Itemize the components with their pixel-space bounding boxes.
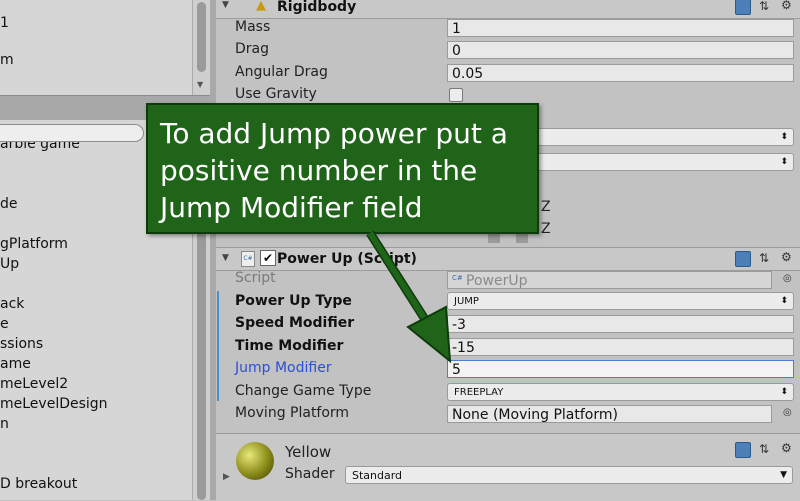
- shader-label: Shader: [285, 466, 335, 482]
- time-modifier-field[interactable]: -15: [447, 338, 794, 356]
- project-item[interactable]: n: [0, 416, 9, 432]
- script-field[interactable]: PowerUp: [447, 271, 772, 289]
- project-item[interactable]: ssions: [0, 336, 43, 352]
- script-icon: C#: [241, 251, 255, 267]
- moving-platform-label: Moving Platform: [235, 405, 350, 421]
- dropdown-arrow-icon: ▼: [780, 470, 787, 480]
- hierarchy-item[interactable]: m: [0, 52, 14, 68]
- use-gravity-label: Use Gravity: [235, 86, 317, 102]
- foldout-arrow-icon[interactable]: ▶: [223, 472, 230, 482]
- angular-drag-field[interactable]: 0.05: [447, 64, 794, 82]
- change-game-type-label: Change Game Type: [235, 383, 372, 399]
- gear-icon[interactable]: ⚙: [781, 250, 792, 264]
- scrollbar-thumb[interactable]: [197, 2, 206, 72]
- speed-modifier-label: Speed Modifier: [235, 315, 355, 331]
- rigidbody-icon: ▲: [256, 0, 266, 13]
- project-item[interactable]: e: [0, 316, 9, 332]
- callout-arrow: [366, 230, 452, 364]
- project-item[interactable]: gPlatform: [0, 236, 68, 252]
- foldout-arrow-icon[interactable]: ▼: [222, 0, 229, 10]
- project-item[interactable]: meLevelDesign: [0, 396, 108, 412]
- freeze-checkbox[interactable]: [488, 233, 500, 243]
- project-item[interactable]: de: [0, 196, 18, 212]
- hierarchy-scrollbar[interactable]: ▼: [192, 0, 211, 95]
- script-label: Script: [235, 270, 276, 286]
- moving-platform-field[interactable]: None (Moving Platform): [447, 405, 772, 423]
- jump-modifier-label: Jump Modifier: [235, 360, 332, 376]
- annotation-callout: To add Jump power put a positive number …: [146, 103, 539, 234]
- game-type-value: FREEPLAY: [454, 387, 504, 398]
- modified-indicator: [217, 291, 219, 401]
- enabled-checkbox[interactable]: ✔: [260, 250, 276, 266]
- project-item[interactable]: ack: [0, 296, 24, 312]
- powerup-type-label: Power Up Type: [235, 293, 352, 309]
- drag-field[interactable]: 0: [447, 41, 794, 59]
- dropdown-arrow-icon: ⬍: [780, 157, 788, 167]
- gear-icon[interactable]: ⚙: [781, 441, 792, 455]
- shader-value: Standard: [352, 469, 403, 482]
- help-book-icon[interactable]: [735, 0, 751, 15]
- project-item[interactable]: Up: [0, 256, 19, 272]
- preset-icon[interactable]: ⇅: [759, 251, 769, 265]
- preset-icon[interactable]: ⇅: [759, 442, 769, 456]
- project-search-input[interactable]: [0, 124, 144, 142]
- hierarchy-item[interactable]: 1: [0, 15, 9, 31]
- use-gravity-checkbox[interactable]: [449, 88, 463, 102]
- hierarchy-panel: 1 m: [0, 0, 192, 95]
- freeze-rotation-z-label: Z: [541, 221, 551, 237]
- angular-drag-label: Angular Drag: [235, 64, 328, 80]
- freeze-z-label: Z: [541, 199, 551, 215]
- mass-field[interactable]: 1: [447, 19, 794, 37]
- freeze-checkbox[interactable]: [516, 233, 528, 243]
- powerup-type-dropdown[interactable]: JUMP ⬍: [447, 292, 794, 310]
- help-book-icon[interactable]: [735, 251, 751, 267]
- mass-label: Mass: [235, 19, 271, 35]
- shader-dropdown[interactable]: Standard ▼: [345, 466, 793, 484]
- material-preview-sphere[interactable]: [236, 442, 274, 480]
- callout-text: To add Jump power put a positive number …: [160, 117, 508, 224]
- drag-label: Drag: [235, 41, 270, 57]
- dropdown-arrow-icon: ⬍: [780, 387, 788, 397]
- speed-modifier-field[interactable]: -3: [447, 315, 794, 333]
- project-item[interactable]: ame: [0, 356, 31, 372]
- foldout-arrow-icon[interactable]: ▼: [222, 253, 229, 263]
- preset-icon[interactable]: ⇅: [759, 0, 769, 13]
- time-modifier-label: Time Modifier: [235, 338, 344, 354]
- scroll-down-arrow-icon[interactable]: ▼: [197, 80, 203, 89]
- dropdown-arrow-icon: ⬍: [780, 132, 788, 142]
- project-item[interactable]: D breakout: [0, 476, 77, 492]
- rigidbody-title: Rigidbody: [277, 0, 357, 15]
- dropdown-arrow-icon: ⬍: [780, 296, 788, 306]
- gear-icon[interactable]: ⚙: [781, 0, 792, 12]
- powerup-header[interactable]: ▼ C# ✔ Power Up (Script) ⇅ ⚙: [216, 247, 800, 271]
- help-book-icon[interactable]: [735, 442, 751, 458]
- rigidbody-header[interactable]: ▼ ▲ Rigidbody ⇅ ⚙: [216, 0, 800, 19]
- jump-modifier-field[interactable]: 5: [447, 360, 794, 378]
- object-picker-icon[interactable]: ◎: [783, 407, 792, 418]
- object-picker-icon[interactable]: ◎: [783, 273, 792, 284]
- change-game-type-dropdown[interactable]: FREEPLAY ⬍: [447, 383, 794, 401]
- material-name: Yellow: [285, 443, 332, 461]
- project-item[interactable]: meLevel2: [0, 376, 68, 392]
